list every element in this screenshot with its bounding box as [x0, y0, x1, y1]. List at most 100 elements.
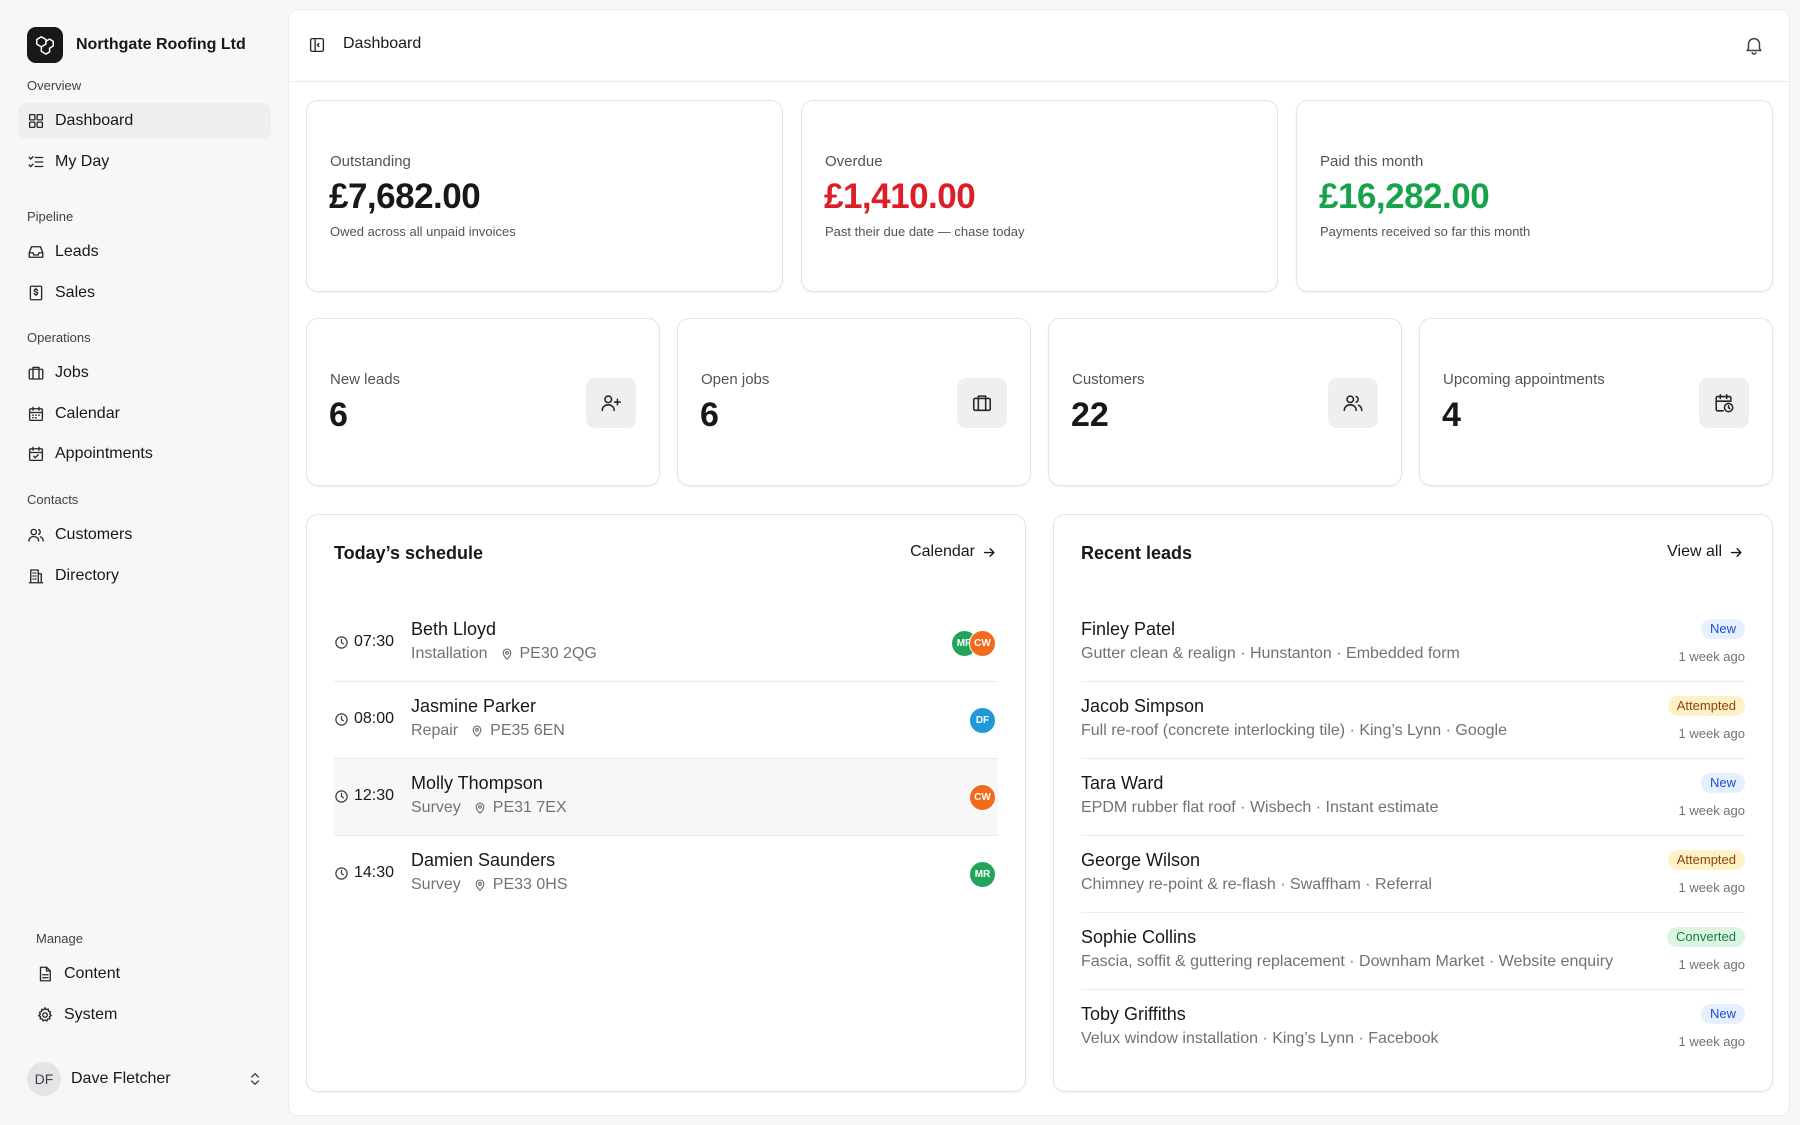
sidebar-toggle-icon[interactable]	[308, 36, 326, 54]
sidebar-item-leads[interactable]: Leads	[18, 234, 271, 270]
lead-row[interactable]: Sophie Collins Fascia, soffit & gutterin…	[1081, 913, 1745, 990]
lead-row[interactable]: Finley Patel Gutter clean & realign · Hu…	[1081, 605, 1745, 682]
status-badge: Converted	[1667, 927, 1745, 947]
card-value: 22	[1071, 396, 1109, 434]
sidebar-item-label: Sales	[55, 283, 96, 301]
bell-icon[interactable]	[1743, 34, 1765, 56]
user-name: Dave Fletcher	[71, 1070, 171, 1087]
nav-section-pipeline: Pipeline Leads Sales	[18, 206, 271, 315]
paid-this-month-card: Paid this month £16,282.00 Payments rece…	[1296, 100, 1773, 292]
appointment-type: Repair	[411, 722, 459, 739]
lead-name: Jacob Simpson	[1081, 696, 1205, 716]
panel-title: Recent leads	[1081, 543, 1193, 563]
postcode: PE31 7EX	[492, 799, 567, 816]
lead-row[interactable]: Tara Ward EPDM rubber flat roof · Wisbec…	[1081, 759, 1745, 836]
view-all-link[interactable]: View all	[1667, 543, 1744, 561]
appointment-meta: Repair PE35 6EN	[411, 722, 565, 740]
sidebar-item-label: Leads	[55, 243, 99, 260]
lead-row[interactable]: George Wilson Chimney re-point & re-flas…	[1081, 836, 1745, 913]
grid-icon	[27, 112, 45, 130]
sidebar-item-dashboard[interactable]: Dashboard	[18, 103, 271, 139]
lead-row[interactable]: Toby Griffiths Velux window installation…	[1081, 990, 1745, 1067]
appointment-time: 08:00	[334, 710, 394, 728]
user-menu[interactable]: DF Dave Fletcher	[27, 1061, 263, 1097]
sidebar-item-appointments[interactable]: Appointments	[18, 436, 271, 472]
sidebar-item-label: Appointments	[55, 445, 153, 462]
postcode: PE35 6EN	[490, 722, 565, 739]
building-icon	[27, 567, 45, 585]
link-label: View all	[1667, 543, 1722, 560]
link-label: Calendar	[910, 543, 975, 560]
assignee-avatars: DF	[969, 707, 996, 734]
sidebar: Northgate Roofing Ltd Overview Dashboard…	[0, 0, 287, 1125]
appointment-meta: Survey PE31 7EX	[411, 799, 567, 817]
brand[interactable]: Northgate Roofing Ltd	[27, 27, 246, 63]
schedule-row[interactable]: 08:00 Jasmine Parker Repair PE35 6EN DF	[334, 682, 998, 759]
new-leads-card[interactable]: New leads 6	[306, 318, 660, 486]
lead-name: Tara Ward	[1081, 773, 1164, 793]
status-badge: Attempted	[1667, 850, 1745, 870]
nav-section-manage: Manage Content System	[27, 928, 271, 1037]
sidebar-item-sales[interactable]: Sales	[18, 275, 271, 311]
schedule-row[interactable]: 07:30 Beth Lloyd Installation PE30 2QG M…	[334, 605, 998, 682]
schedule-row[interactable]: 12:30 Molly Thompson Survey PE31 7EX CW	[334, 759, 998, 836]
briefcase-icon	[957, 378, 1007, 428]
lead-timestamp: 1 week ago	[1678, 649, 1746, 664]
clock-icon	[334, 789, 349, 804]
lead-timestamp: 1 week ago	[1678, 880, 1746, 895]
nav-heading: Pipeline	[27, 209, 74, 224]
avatar: DF	[969, 707, 996, 734]
users-icon	[27, 526, 45, 544]
lead-row[interactable]: Jacob Simpson Full re-roof (concrete int…	[1081, 682, 1745, 759]
lead-timestamp: 1 week ago	[1678, 726, 1746, 741]
sidebar-item-my-day[interactable]: My Day	[18, 144, 271, 180]
lead-timestamp: 1 week ago	[1678, 1034, 1746, 1049]
lead-meta: Gutter clean & realign · Hunstanton · Em…	[1081, 645, 1460, 662]
appointment-time: 14:30	[334, 864, 394, 882]
status-badge: New	[1700, 1004, 1745, 1024]
appointment-time: 07:30	[334, 633, 394, 651]
calendar-check-icon	[27, 445, 45, 463]
sidebar-item-jobs[interactable]: Jobs	[18, 355, 271, 391]
card-label: Upcoming appointments	[1443, 371, 1605, 388]
nav-heading: Manage	[36, 931, 83, 946]
brand-logo-icon	[27, 27, 63, 63]
clock-icon	[334, 635, 349, 650]
assignee-avatars: CW	[969, 784, 996, 811]
schedule-row[interactable]: 14:30 Damien Saunders Survey PE33 0HS MR	[334, 836, 998, 913]
calendar-link[interactable]: Calendar	[910, 543, 997, 561]
card-label: Overdue	[825, 153, 883, 170]
overdue-card: Overdue £1,410.00 Past their due date — …	[801, 100, 1278, 292]
recent-leads-panel: Recent leads View all Finley Patel Gutte…	[1053, 514, 1773, 1092]
sidebar-item-system[interactable]: System	[27, 997, 271, 1033]
users-icon	[1328, 378, 1378, 428]
lead-meta: EPDM rubber flat roof · Wisbech · Instan…	[1081, 799, 1439, 816]
nav-section-operations: Operations Jobs Calendar Appointments	[18, 327, 271, 477]
clock-icon	[334, 866, 349, 881]
time-text: 08:00	[354, 710, 395, 727]
lead-meta: Velux window installation · King’s Lynn …	[1081, 1030, 1439, 1047]
status-badge: Attempted	[1667, 696, 1745, 716]
open-jobs-card[interactable]: Open jobs 6	[677, 318, 1031, 486]
sidebar-item-customers[interactable]: Customers	[18, 517, 271, 553]
todays-schedule-panel: Today’s schedule Calendar 07:30 Beth Llo…	[306, 514, 1026, 1092]
avatar: CW	[969, 784, 996, 811]
appointment-meta: Survey PE33 0HS	[411, 876, 568, 894]
time-text: 14:30	[354, 864, 395, 881]
time-text: 12:30	[354, 787, 395, 804]
lead-name: Toby Griffiths	[1081, 1004, 1186, 1024]
chevron-up-down-icon	[247, 1071, 263, 1087]
arrow-right-icon	[1729, 545, 1744, 560]
panel-title: Today’s schedule	[334, 543, 484, 563]
breadcrumb[interactable]: Dashboard	[343, 35, 421, 53]
upcoming-appointments-card[interactable]: Upcoming appointments 4	[1419, 318, 1773, 486]
customers-card[interactable]: Customers 22	[1048, 318, 1402, 486]
sidebar-item-content[interactable]: Content	[27, 956, 271, 992]
appointment-meta: Installation PE30 2QG	[411, 645, 597, 663]
list-check-icon	[27, 153, 45, 171]
brand-name: Northgate Roofing Ltd	[76, 36, 246, 53]
lead-meta: Full re-roof (concrete interlocking tile…	[1081, 722, 1507, 739]
status-badge: New	[1700, 619, 1745, 639]
sidebar-item-calendar[interactable]: Calendar	[18, 396, 271, 432]
sidebar-item-directory[interactable]: Directory	[18, 558, 271, 594]
